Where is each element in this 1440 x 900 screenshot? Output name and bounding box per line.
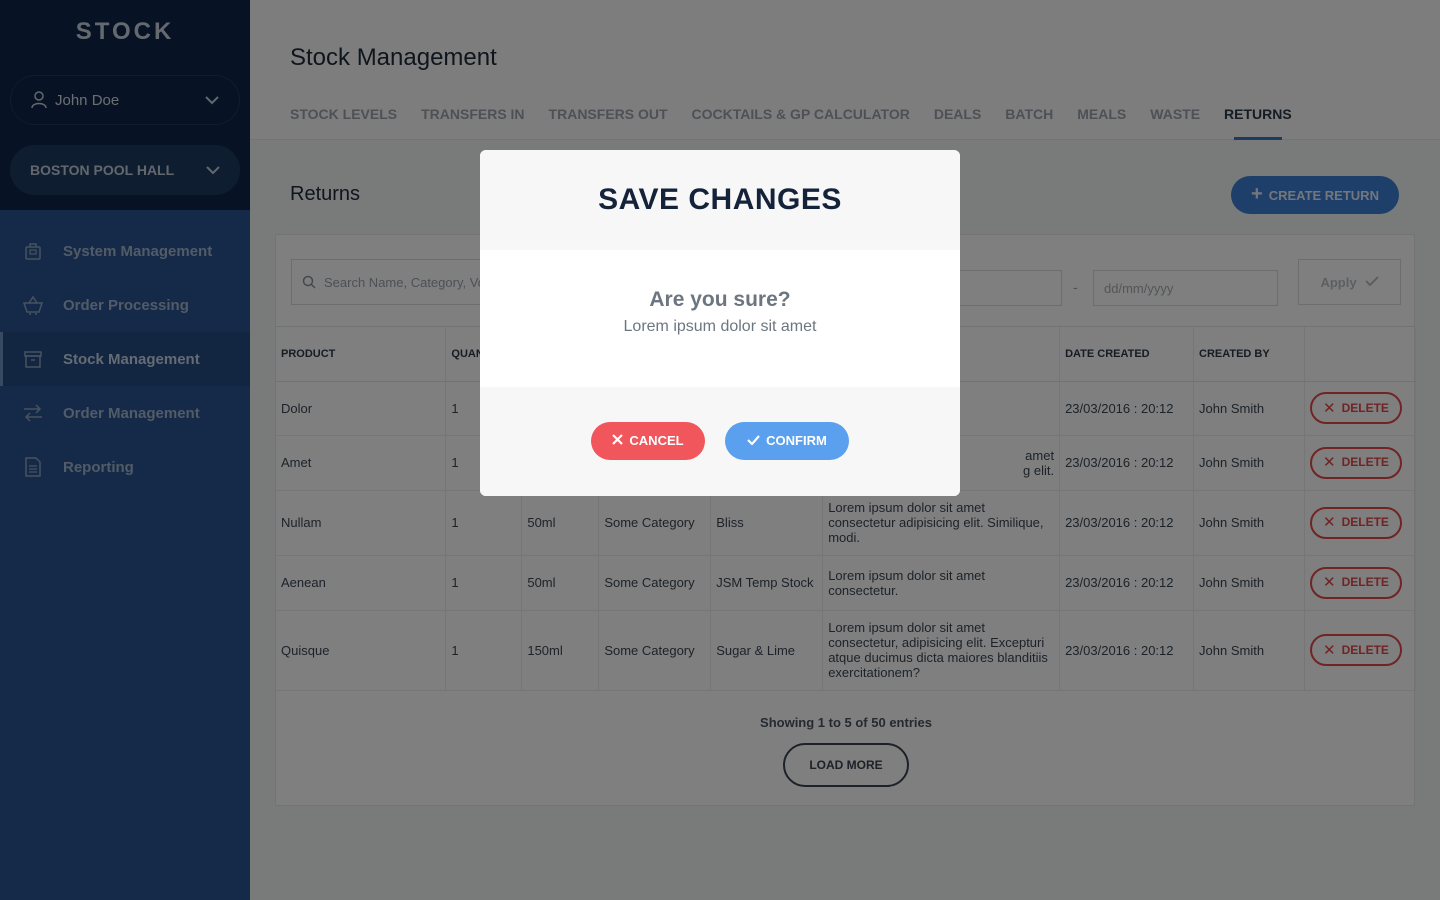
confirm-label: CONFIRM: [766, 433, 827, 448]
modal-body: Are you sure? Lorem ipsum dolor sit amet: [480, 250, 960, 387]
check-icon: [747, 433, 760, 448]
save-changes-modal: SAVE CHANGES Are you sure? Lorem ipsum d…: [480, 150, 960, 496]
close-icon: [612, 433, 624, 448]
confirm-button[interactable]: CONFIRM: [725, 421, 849, 460]
modal-title: SAVE CHANGES: [598, 183, 842, 216]
cancel-label: CANCEL: [629, 433, 684, 448]
modal-header: SAVE CHANGES: [480, 150, 960, 250]
modal-question: Are you sure?: [649, 288, 791, 311]
modal-subtitle: Lorem ipsum dolor sit amet: [623, 318, 817, 335]
modal-footer: CANCEL CONFIRM: [480, 387, 960, 496]
cancel-button[interactable]: CANCEL: [591, 421, 705, 460]
